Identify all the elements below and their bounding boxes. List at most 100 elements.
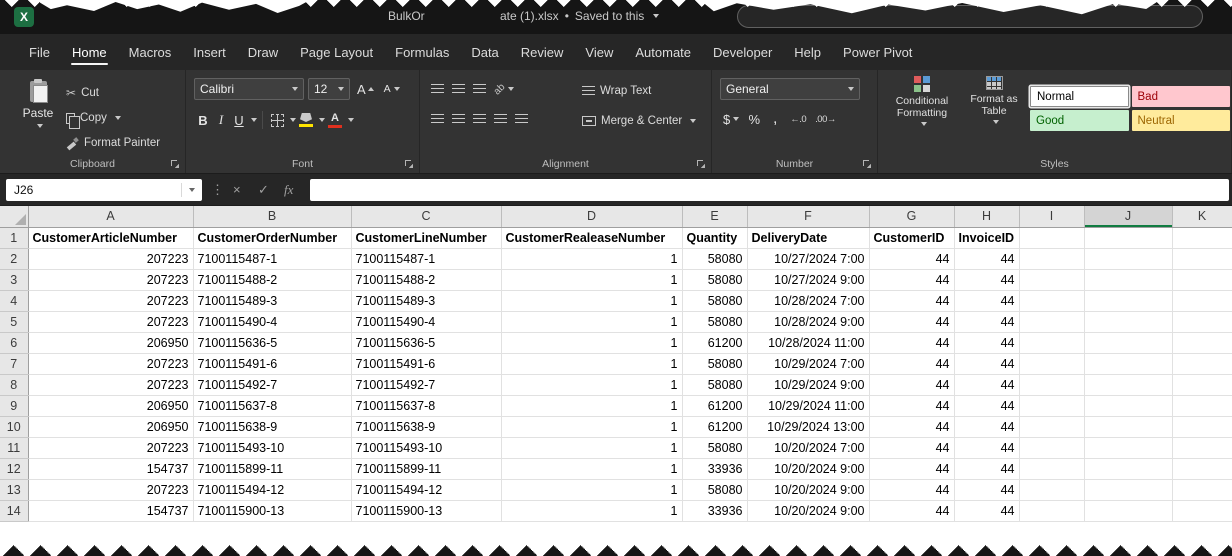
cell-B8[interactable]: 7100115492-7 bbox=[193, 374, 351, 395]
number-format-combo[interactable]: General bbox=[720, 78, 860, 100]
cell-B6[interactable]: 7100115636-5 bbox=[193, 332, 351, 353]
decrease-font-size-button[interactable]: A bbox=[381, 78, 403, 100]
copy-button[interactable]: Copy bbox=[66, 109, 160, 127]
cell-J4[interactable] bbox=[1084, 290, 1172, 311]
cell-D11[interactable]: 1 bbox=[501, 437, 682, 458]
cell-H13[interactable]: 44 bbox=[954, 479, 1019, 500]
cell-I13[interactable] bbox=[1019, 479, 1084, 500]
cell-I5[interactable] bbox=[1019, 311, 1084, 332]
cell-H5[interactable]: 44 bbox=[954, 311, 1019, 332]
row-header-5[interactable]: 5 bbox=[0, 311, 28, 332]
column-header-K[interactable]: K bbox=[1172, 206, 1232, 227]
cell-D4[interactable]: 1 bbox=[501, 290, 682, 311]
cell-D3[interactable]: 1 bbox=[501, 269, 682, 290]
name-box[interactable]: J26 bbox=[6, 179, 202, 201]
menu-tab-page-layout[interactable]: Page Layout bbox=[289, 34, 384, 70]
cell-B5[interactable]: 7100115490-4 bbox=[193, 311, 351, 332]
cell-K13[interactable] bbox=[1172, 479, 1232, 500]
conditional-formatting-button[interactable]: Conditional Formatting bbox=[888, 76, 956, 126]
cell-A9[interactable]: 206950 bbox=[28, 395, 193, 416]
cell-A3[interactable]: 207223 bbox=[28, 269, 193, 290]
cell-C2[interactable]: 7100115487-1 bbox=[351, 248, 501, 269]
cell-E1[interactable]: Quantity bbox=[682, 227, 747, 248]
font-color-button[interactable]: A bbox=[325, 113, 345, 128]
menu-tab-automate[interactable]: Automate bbox=[624, 34, 702, 70]
percent-style-button[interactable]: % bbox=[745, 108, 763, 130]
row-header-7[interactable]: 7 bbox=[0, 353, 28, 374]
column-header-I[interactable]: I bbox=[1019, 206, 1084, 227]
cell-D12[interactable]: 1 bbox=[501, 458, 682, 479]
cell-B13[interactable]: 7100115494-12 bbox=[193, 479, 351, 500]
cell-G2[interactable]: 44 bbox=[869, 248, 954, 269]
cell-J10[interactable] bbox=[1084, 416, 1172, 437]
cell-I2[interactable] bbox=[1019, 248, 1084, 269]
cell-A14[interactable]: 154737 bbox=[28, 500, 193, 521]
cell-G7[interactable]: 44 bbox=[869, 353, 954, 374]
menu-tab-help[interactable]: Help bbox=[783, 34, 832, 70]
cell-H10[interactable]: 44 bbox=[954, 416, 1019, 437]
cell-E13[interactable]: 58080 bbox=[682, 479, 747, 500]
cell-A13[interactable]: 207223 bbox=[28, 479, 193, 500]
cell-D2[interactable]: 1 bbox=[501, 248, 682, 269]
row-header-10[interactable]: 10 bbox=[0, 416, 28, 437]
cell-A4[interactable]: 207223 bbox=[28, 290, 193, 311]
select-all-corner[interactable] bbox=[0, 206, 28, 227]
cell-H6[interactable]: 44 bbox=[954, 332, 1019, 353]
cell-K12[interactable] bbox=[1172, 458, 1232, 479]
file-name[interactable]: ate (1).xlsx • Saved to this bbox=[500, 9, 659, 23]
menu-tab-developer[interactable]: Developer bbox=[702, 34, 783, 70]
cell-I12[interactable] bbox=[1019, 458, 1084, 479]
menu-tab-file[interactable]: File bbox=[18, 34, 61, 70]
cell-J14[interactable] bbox=[1084, 500, 1172, 521]
row-header-11[interactable]: 11 bbox=[0, 437, 28, 458]
cell-B2[interactable]: 7100115487-1 bbox=[193, 248, 351, 269]
paste-button[interactable]: Paste bbox=[14, 78, 62, 128]
row-header-9[interactable]: 9 bbox=[0, 395, 28, 416]
cell-D1[interactable]: CustomerRealeaseNumber bbox=[501, 227, 682, 248]
cell-F4[interactable]: 10/28/2024 7:00 bbox=[747, 290, 869, 311]
cell-A8[interactable]: 207223 bbox=[28, 374, 193, 395]
row-header-12[interactable]: 12 bbox=[0, 458, 28, 479]
cell-C6[interactable]: 7100115636-5 bbox=[351, 332, 501, 353]
cell-C7[interactable]: 7100115491-6 bbox=[351, 353, 501, 374]
cell-J13[interactable] bbox=[1084, 479, 1172, 500]
cell-K2[interactable] bbox=[1172, 248, 1232, 269]
decrease-decimal-button[interactable]: .00→ bbox=[812, 108, 839, 130]
cell-I14[interactable] bbox=[1019, 500, 1084, 521]
number-dialog-launcher[interactable] bbox=[863, 160, 871, 168]
cell-J6[interactable] bbox=[1084, 332, 1172, 353]
cell-C10[interactable]: 7100115638-9 bbox=[351, 416, 501, 437]
cell-F1[interactable]: DeliveryDate bbox=[747, 227, 869, 248]
cell-D7[interactable]: 1 bbox=[501, 353, 682, 374]
cell-G11[interactable]: 44 bbox=[869, 437, 954, 458]
decrease-indent-button[interactable] bbox=[491, 108, 510, 130]
cell-A1[interactable]: CustomerArticleNumber bbox=[28, 227, 193, 248]
menu-tab-macros[interactable]: Macros bbox=[118, 34, 183, 70]
cell-A7[interactable]: 207223 bbox=[28, 353, 193, 374]
cell-I10[interactable] bbox=[1019, 416, 1084, 437]
italic-button[interactable]: I bbox=[212, 109, 230, 131]
menu-tab-home[interactable]: Home bbox=[61, 34, 118, 70]
cancel-icon[interactable]: × bbox=[233, 183, 241, 197]
cell-D8[interactable]: 1 bbox=[501, 374, 682, 395]
cell-K3[interactable] bbox=[1172, 269, 1232, 290]
cell-E12[interactable]: 33936 bbox=[682, 458, 747, 479]
cell-F11[interactable]: 10/20/2024 7:00 bbox=[747, 437, 869, 458]
cell-H12[interactable]: 44 bbox=[954, 458, 1019, 479]
cell-B3[interactable]: 7100115488-2 bbox=[193, 269, 351, 290]
clipboard-dialog-launcher[interactable] bbox=[171, 160, 179, 168]
row-header-8[interactable]: 8 bbox=[0, 374, 28, 395]
increase-font-size-button[interactable]: A bbox=[354, 78, 377, 100]
cell-B11[interactable]: 7100115493-10 bbox=[193, 437, 351, 458]
formula-bar-grip-icon[interactable]: ⋮ bbox=[211, 183, 224, 197]
row-header-4[interactable]: 4 bbox=[0, 290, 28, 311]
cell-I7[interactable] bbox=[1019, 353, 1084, 374]
cell-H7[interactable]: 44 bbox=[954, 353, 1019, 374]
bottom-align-button[interactable] bbox=[470, 78, 489, 100]
cell-K1[interactable] bbox=[1172, 227, 1232, 248]
cell-I11[interactable] bbox=[1019, 437, 1084, 458]
cell-F13[interactable]: 10/20/2024 9:00 bbox=[747, 479, 869, 500]
cell-G9[interactable]: 44 bbox=[869, 395, 954, 416]
cell-D14[interactable]: 1 bbox=[501, 500, 682, 521]
row-header-13[interactable]: 13 bbox=[0, 479, 28, 500]
